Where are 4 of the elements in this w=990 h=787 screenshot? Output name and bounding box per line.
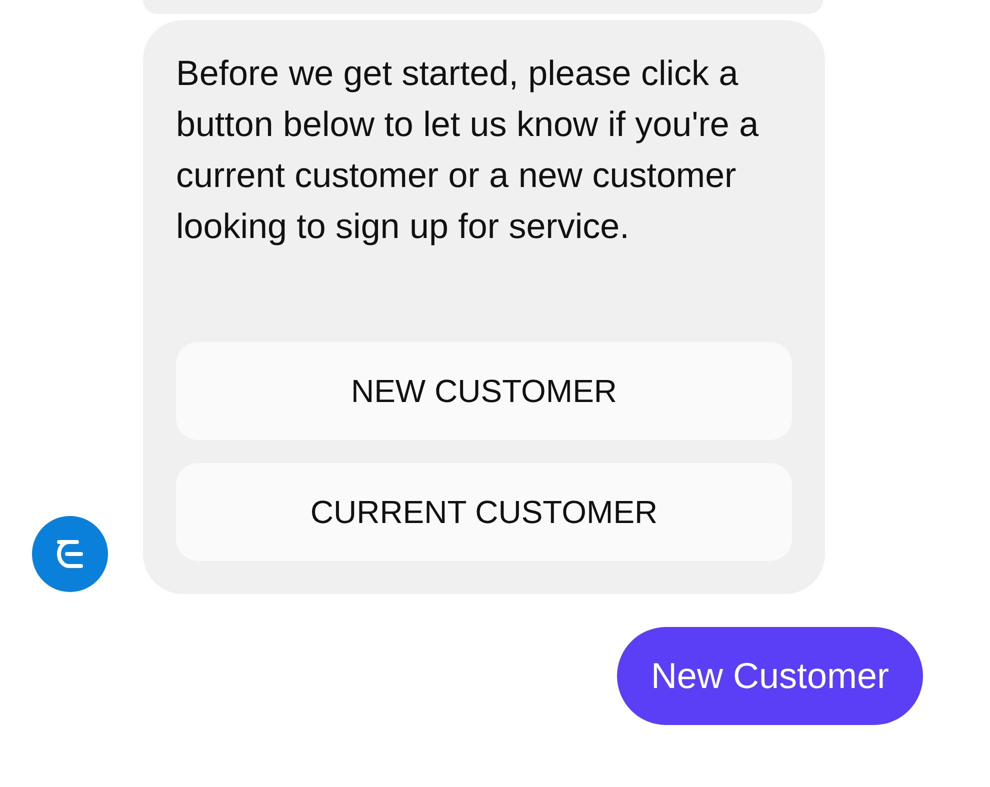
message-text: Before we get started, please click a button below to let us know if you're a current customer or a new customer looking to sign up for service. — [176, 53, 760, 248]
reply-button[interactable]: NEW CUSTOMER — [176, 342, 792, 440]
message-text: New Customer — [650, 654, 889, 698]
reply-button[interactable]: CURRENT CUSTOMER — [176, 463, 792, 561]
